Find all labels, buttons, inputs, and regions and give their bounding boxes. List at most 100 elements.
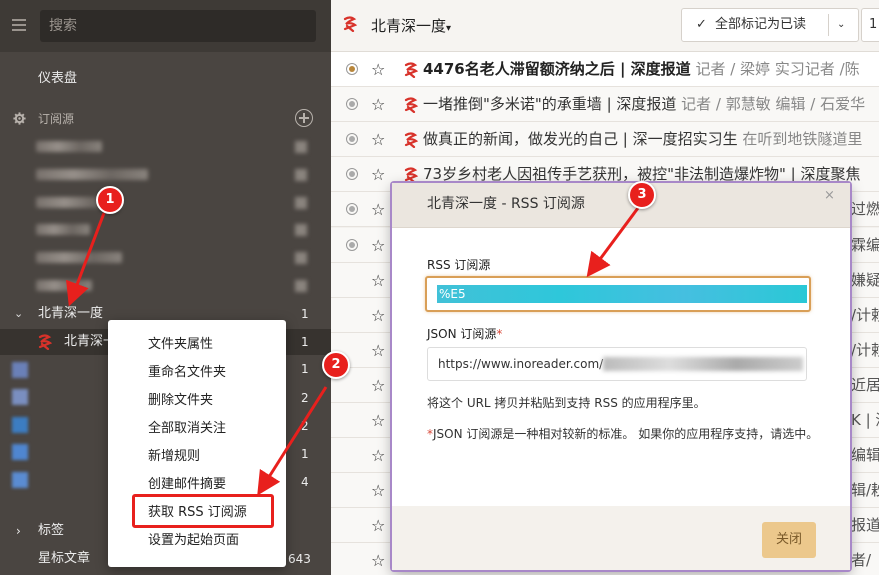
star-icon[interactable]: ☆	[371, 157, 385, 191]
read-status-icon[interactable]	[346, 238, 358, 251]
chevron-down-icon[interactable]: ⌄	[14, 301, 23, 327]
blurred-feed-item[interactable]	[36, 169, 148, 180]
read-status-icon[interactable]	[346, 63, 358, 75]
blurred-count	[295, 197, 307, 209]
article-title-fragment: 报道	[851, 516, 879, 535]
article-meta: 记者 / 梁婷 实习记者 /陈	[690, 60, 860, 78]
article-list-toolbar: 北青深一度▾ ✓ 全部标记为已读 ⌄ 1	[331, 0, 879, 52]
rss-feed-dialog: 北青深一度 - RSS 订阅源 × RSS 订阅源 %E5 JSON 订阅源* …	[392, 183, 850, 570]
folder-context-menu: 文件夹属性 重命名文件夹 删除文件夹 全部取消关注 新增规则 创建邮件摘要 获取…	[108, 320, 286, 567]
search-input[interactable]: 搜索	[40, 10, 316, 42]
close-button[interactable]: 关闭	[762, 522, 816, 558]
dialog-header: 北青深一度 - RSS 订阅源 ×	[392, 183, 850, 228]
menu-item-add-rule[interactable]: 新增规则	[108, 443, 286, 471]
subscriptions-header[interactable]: 订阅源	[0, 106, 331, 132]
json-note-text: JSON 订阅源是一种相对较新的标准。 如果你的应用程序支持，请选中。	[433, 427, 819, 441]
blurred-feed-icon	[12, 417, 28, 433]
starred-count: 643	[288, 552, 311, 566]
step-badge-1: 1	[96, 186, 124, 214]
mark-all-read-button[interactable]: ✓ 全部标记为已读 ⌄	[681, 8, 859, 42]
article-title-fragment: /计赖	[851, 305, 879, 324]
copy-help-text: 将这个 URL 拷贝并粘贴到支持 RSS 的应用程序里。	[427, 396, 706, 410]
mark-all-read-label: 全部标记为已读	[715, 17, 807, 32]
article-title: 一堵推倒"多米诺"的承重墙 | 深度报道 记者 / 郭慧敏 编辑 / 石爱华	[423, 95, 866, 114]
chevron-right-icon[interactable]: ›	[16, 518, 21, 544]
blurred-count	[295, 252, 307, 264]
star-icon[interactable]: ☆	[371, 473, 385, 507]
blurred-feed-item[interactable]	[36, 252, 122, 263]
menu-item-rename-folder[interactable]: 重命名文件夹	[108, 359, 286, 387]
blurred-feed-icon	[12, 362, 28, 378]
feed-title: 北青深一度	[371, 17, 447, 35]
blurred-feed-icon	[12, 472, 28, 488]
read-status-icon[interactable]	[346, 98, 358, 111]
toolbar-extra-button[interactable]: 1	[861, 8, 879, 42]
star-icon[interactable]: ☆	[371, 122, 385, 156]
sidebar-count: 2	[301, 419, 309, 433]
star-icon[interactable]: ☆	[371, 87, 385, 121]
blurred-feed-item[interactable]	[36, 141, 102, 152]
menu-item-folder-properties[interactable]: 文件夹属性	[108, 331, 286, 359]
highlight-box	[132, 494, 274, 528]
add-subscription-icon[interactable]	[295, 109, 313, 127]
star-icon[interactable]: ☆	[371, 192, 385, 226]
star-icon[interactable]: ☆	[371, 508, 385, 542]
article-meta: 在听到地铁隧道里	[737, 130, 863, 149]
tags-label: 标签	[38, 523, 65, 538]
rss-url-field[interactable]: %E5	[425, 276, 811, 312]
article-meta: 记者 / 郭慧敏 编辑 / 石爱华	[676, 95, 866, 114]
rss-url-selected-text: %E5	[437, 285, 807, 303]
menu-item-delete-folder[interactable]: 删除文件夹	[108, 387, 286, 415]
chevron-down-icon[interactable]: ⌄	[837, 9, 845, 41]
star-icon[interactable]: ☆	[371, 438, 385, 472]
json-url-field[interactable]: https://www.inoreader.com/	[427, 347, 807, 381]
star-icon[interactable]: ☆	[371, 263, 385, 297]
star-icon[interactable]: ☆	[371, 228, 385, 262]
feed-title-dropdown[interactable]: 北青深一度▾	[371, 15, 451, 36]
button-divider	[828, 14, 829, 36]
read-status-icon[interactable]	[346, 168, 358, 181]
menu-item-unsubscribe-all[interactable]: 全部取消关注	[108, 415, 286, 443]
blurred-count	[295, 169, 307, 181]
read-status-icon[interactable]	[346, 133, 358, 146]
folder-label: 北青深一度	[38, 306, 104, 321]
blurred-count	[295, 224, 307, 236]
feed-logo-icon	[404, 167, 418, 184]
rss-feed-label: RSS 订阅源	[427, 258, 491, 272]
article-row[interactable]: ☆ 一堵推倒"多米诺"的承重墙 | 深度报道 记者 / 郭慧敏 编辑 / 石爱华	[331, 87, 879, 123]
subscriptions-label: 订阅源	[38, 112, 75, 126]
article-title-fragment: 过燃	[851, 200, 879, 219]
sidebar-count: 4	[301, 475, 309, 489]
json-feed-label: JSON 订阅源*	[427, 325, 502, 342]
json-url-text: https://www.inoreader.com/	[438, 357, 604, 371]
article-title: 4476名老人滞留额济纳之后 | 深度报道 记者 / 梁婷 实习记者 /陈	[423, 60, 860, 78]
read-status-icon[interactable]	[346, 203, 358, 216]
hamburger-menu-icon[interactable]	[12, 19, 26, 31]
blurred-url	[603, 357, 803, 371]
blurred-feed-icon	[12, 389, 28, 405]
sidebar-count: 2	[301, 391, 309, 405]
article-title-fragment: K | 深	[851, 411, 879, 429]
star-icon[interactable]: ☆	[371, 368, 385, 402]
dialog-title: 北青深一度 - RSS 订阅源	[427, 196, 585, 212]
star-icon[interactable]: ☆	[371, 543, 385, 575]
article-title-fragment: 近居民	[851, 375, 879, 394]
star-icon[interactable]: ☆	[371, 52, 385, 86]
feed-logo-icon	[404, 97, 418, 114]
json-feed-label-text: JSON 订阅源	[427, 327, 497, 341]
blurred-feed-item[interactable]	[36, 224, 90, 235]
star-icon[interactable]: ☆	[371, 333, 385, 367]
star-icon[interactable]: ☆	[371, 298, 385, 332]
sidebar-item-dashboard[interactable]: 仪表盘	[38, 66, 331, 92]
article-row[interactable]: ☆ 做真正的新闻，做发光的自己 | 深一度招实习生 在听到地铁隧道里	[331, 122, 879, 158]
menu-item-set-start-page[interactable]: 设置为起始页面	[108, 527, 286, 555]
feed-count: 1	[301, 335, 309, 349]
check-icon: ✓	[696, 17, 707, 32]
sidebar-count: 1	[301, 362, 309, 376]
sidebar-topbar: 搜索	[0, 0, 331, 52]
article-row[interactable]: ☆ 4476名老人滞留额济纳之后 | 深度报道 记者 / 梁婷 实习记者 /陈	[331, 52, 879, 87]
blurred-feed-item[interactable]	[36, 280, 92, 291]
article-title-fragment: 者/	[851, 551, 872, 570]
star-icon[interactable]: ☆	[371, 403, 385, 437]
close-icon[interactable]: ×	[824, 188, 835, 203]
